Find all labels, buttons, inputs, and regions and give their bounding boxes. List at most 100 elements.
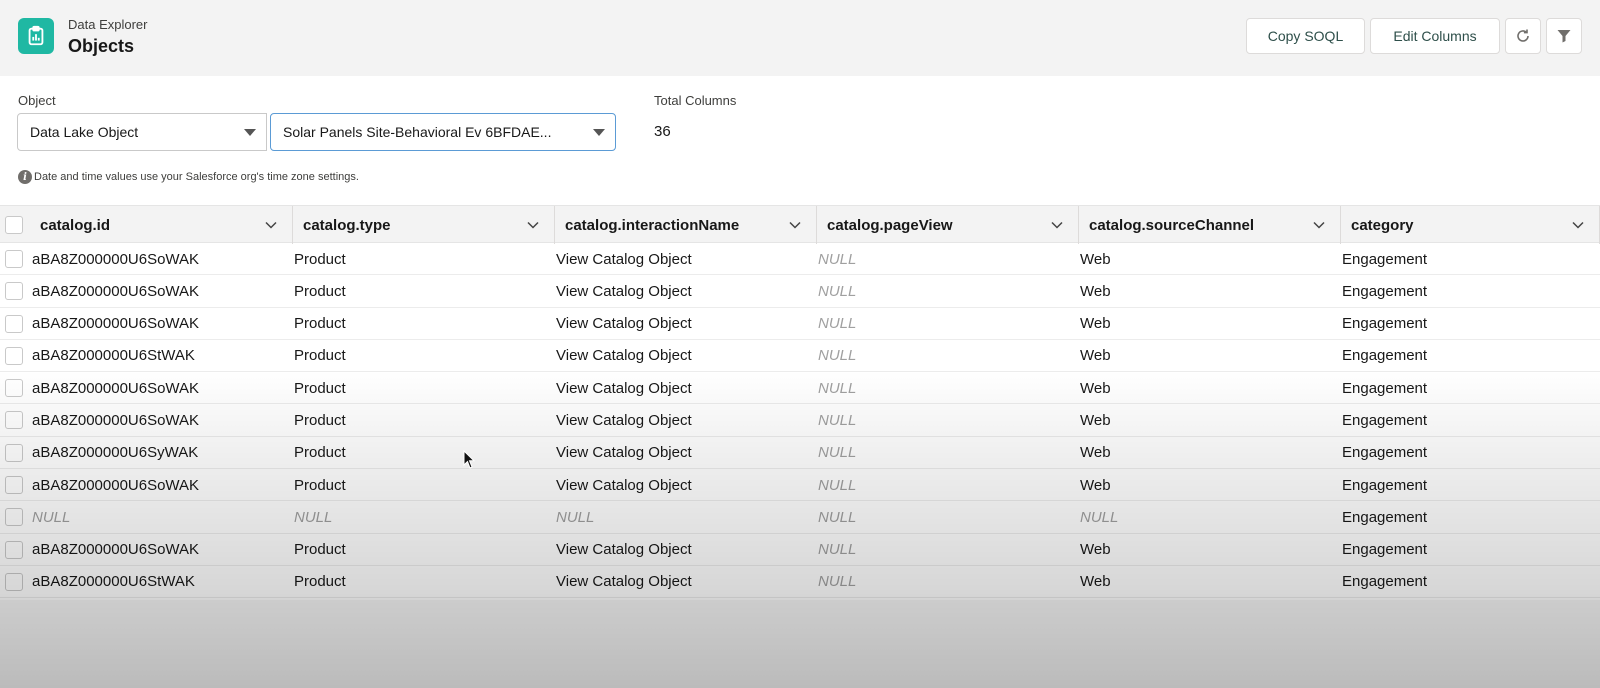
- edit-columns-button[interactable]: Edit Columns: [1370, 18, 1500, 54]
- row-checkbox[interactable]: [5, 250, 23, 268]
- table-cell: View Catalog Object: [556, 476, 692, 494]
- table-cell: aBA8Z000000U6SoWAK: [32, 315, 200, 333]
- table-row[interactable]: aBA8Z000000U6SoWAK Product View Catalog Ob…: [0, 308, 1600, 340]
- table-cell: View Catalog Object: [556, 379, 692, 397]
- table-cell: Product: [294, 315, 346, 333]
- row-checkbox[interactable]: [5, 346, 23, 365]
- row-checkbox[interactable]: [5, 314, 23, 333]
- table-cell: NULL: [818, 347, 857, 365]
- copy-soql-button[interactable]: Copy SOQL: [1246, 18, 1365, 54]
- column-header[interactable]: catalog.id: [30, 206, 293, 244]
- row-checkbox[interactable]: [5, 540, 23, 559]
- table-cell: Web: [1080, 476, 1111, 494]
- chevron-down-icon[interactable]: [1571, 218, 1585, 232]
- table-cell: aBA8Z000000U6StWAK: [32, 573, 195, 591]
- filter-icon: [1557, 30, 1571, 43]
- total-columns-value: 36: [654, 123, 671, 140]
- timezone-note-text: Date and time values use your Salesforce…: [34, 171, 359, 183]
- column-header[interactable]: category: [1341, 206, 1600, 244]
- table-cell: Product: [294, 444, 346, 462]
- chevron-down-icon[interactable]: [788, 218, 802, 232]
- table-cell: Product: [294, 573, 346, 591]
- table-cell: View Catalog Object: [556, 315, 692, 333]
- row-checkbox[interactable]: [5, 443, 23, 462]
- row-checkbox[interactable]: [5, 379, 23, 398]
- object-type-value: Data Lake Object: [30, 124, 139, 140]
- table-row[interactable]: aBA8Z000000U6SoWAK Product View Catalog Ob…: [0, 534, 1600, 566]
- table-cell: NULL: [556, 508, 595, 526]
- table-row[interactable]: NULL NULL NULL NULL NULL Engagement: [0, 501, 1600, 534]
- chart-clipboard-icon: [18, 18, 54, 54]
- table-cell: NULL: [818, 508, 857, 526]
- caret-down-icon: [244, 129, 256, 136]
- table-cell: Web: [1080, 315, 1111, 333]
- chevron-down-icon[interactable]: [1050, 218, 1064, 232]
- table-cell: Web: [1080, 444, 1111, 462]
- table-cell: Product: [294, 379, 346, 397]
- table-cell: View Catalog Object: [556, 282, 692, 300]
- table-cell: View Catalog Object: [556, 541, 692, 559]
- table-cell: NULL: [818, 573, 857, 591]
- row-checkbox[interactable]: [5, 508, 23, 527]
- dim-overlay-bottom: [0, 600, 1600, 688]
- table-cell: aBA8Z000000U6SoWAK: [32, 250, 200, 268]
- table-cell: NULL: [818, 250, 857, 268]
- column-header-label: catalog.pageView: [827, 216, 953, 234]
- table-cell: aBA8Z000000U6SoWAK: [32, 541, 200, 559]
- select-all-checkbox[interactable]: [5, 216, 23, 234]
- table-row[interactable]: aBA8Z000000U6StWAK Product View Catalog Ob…: [0, 566, 1600, 599]
- table-cell: Web: [1080, 282, 1111, 300]
- page-header: Data Explorer Objects Copy SOQL Edit Col…: [0, 0, 1600, 76]
- chevron-down-icon[interactable]: [526, 218, 540, 232]
- column-header[interactable]: catalog.interactionName: [555, 206, 817, 244]
- table-cell: Engagement: [1342, 282, 1428, 300]
- column-header-label: catalog.type: [303, 216, 391, 234]
- chevron-down-icon[interactable]: [1312, 218, 1326, 232]
- table-cell: Engagement: [1342, 411, 1428, 429]
- table-row[interactable]: aBA8Z000000U6SyWAK Product View Catalog Ob…: [0, 437, 1600, 470]
- row-checkbox[interactable]: [5, 572, 23, 591]
- table-row[interactable]: aBA8Z000000U6SoWAK Product View Catalog Ob…: [0, 243, 1600, 276]
- table-cell: NULL: [818, 476, 857, 494]
- filter-button[interactable]: [1546, 18, 1582, 54]
- table-row[interactable]: aBA8Z000000U6SoWAK Product View Catalog Ob…: [0, 372, 1600, 405]
- column-header-label: catalog.id: [40, 216, 111, 234]
- table-cell: View Catalog Object: [556, 444, 692, 462]
- column-header[interactable]: catalog.type: [293, 206, 555, 244]
- column-header[interactable]: catalog.sourceChannel: [1079, 206, 1341, 244]
- row-checkbox[interactable]: [5, 411, 23, 430]
- page-title: Objects: [68, 36, 135, 56]
- table-cell: aBA8Z000000U6SyWAK: [32, 444, 199, 462]
- table-cell: NULL: [818, 315, 857, 333]
- info-icon: i: [18, 170, 32, 184]
- table-cell: Product: [294, 541, 346, 559]
- table-cell: Web: [1080, 379, 1111, 397]
- table-cell: View Catalog Object: [556, 411, 692, 429]
- column-header[interactable]: catalog.pageView: [817, 206, 1079, 244]
- table-cell: Engagement: [1342, 541, 1428, 559]
- column-header-label: category: [1351, 216, 1414, 234]
- row-checkbox[interactable]: [5, 476, 23, 495]
- table-cell: aBA8Z000000U6SoWAK: [32, 282, 200, 300]
- table-cell: Engagement: [1342, 347, 1428, 365]
- table-cell: View Catalog Object: [556, 573, 692, 591]
- timezone-note: i Date and time values use your Salesfor…: [18, 170, 359, 184]
- table-cell: Product: [294, 282, 346, 300]
- total-columns-label: Total Columns: [654, 93, 737, 108]
- row-checkbox[interactable]: [5, 282, 23, 301]
- refresh-button[interactable]: [1505, 18, 1541, 54]
- chevron-down-icon[interactable]: [264, 218, 278, 232]
- table-cell: Product: [294, 250, 346, 268]
- table-row[interactable]: aBA8Z000000U6StWAK Product View Catalog Ob…: [0, 340, 1600, 373]
- refresh-icon: [1517, 29, 1529, 42]
- table-row[interactable]: aBA8Z000000U6SoWAK Product View Catalog Ob…: [0, 469, 1600, 502]
- table-cell: aBA8Z000000U6StWAK: [32, 347, 195, 365]
- object-type-select[interactable]: Data Lake Object: [17, 113, 267, 151]
- object-select[interactable]: Solar Panels Site-Behavioral Ev 6BFDAE..…: [270, 113, 616, 151]
- table-cell: Product: [294, 476, 346, 494]
- table-cell: Engagement: [1342, 315, 1428, 333]
- caret-down-icon: [593, 129, 605, 136]
- table-row[interactable]: aBA8Z000000U6SoWAK Product View Catalog Ob…: [0, 404, 1600, 437]
- table-body: aBA8Z000000U6SoWAK Product View Catalog Ob…: [0, 243, 1600, 599]
- table-row[interactable]: aBA8Z000000U6SoWAK Product View Catalog Ob…: [0, 275, 1600, 308]
